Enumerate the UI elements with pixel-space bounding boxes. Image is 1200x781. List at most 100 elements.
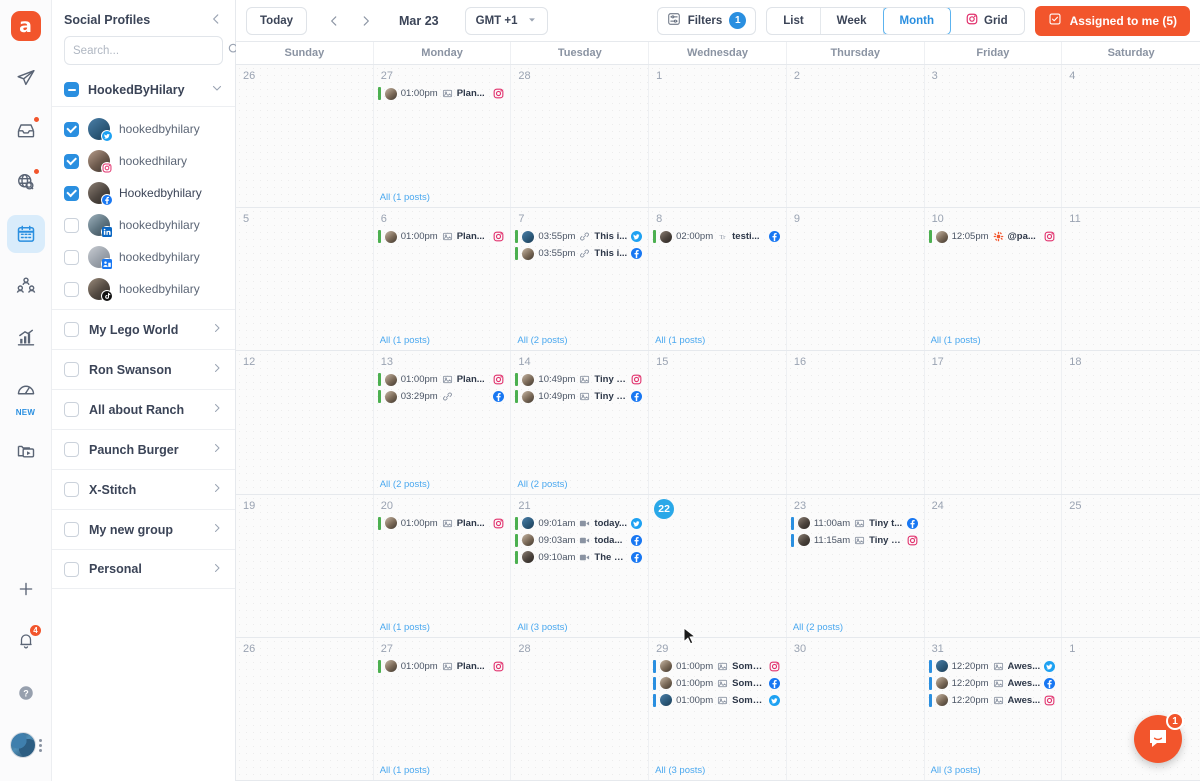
- profile-row[interactable]: hookedbyhilary: [52, 113, 235, 145]
- profile-checkbox[interactable]: [64, 281, 79, 297]
- calendar-day-cell[interactable]: 25: [1062, 494, 1200, 637]
- chevron-right-icon[interactable]: [211, 362, 223, 377]
- chevron-right-icon[interactable]: [211, 442, 223, 457]
- calendar-day-cell[interactable]: 17: [924, 351, 1063, 494]
- group-checkbox[interactable]: [64, 82, 79, 97]
- chevron-right-icon[interactable]: [211, 562, 223, 577]
- calendar-day-cell[interactable]: 9: [786, 208, 925, 351]
- calendar-event[interactable]: 12:20pm Awes...: [928, 659, 1058, 674]
- group-row-ron-swanson[interactable]: Ron Swanson: [52, 349, 235, 389]
- rail-item-analytics[interactable]: [7, 319, 45, 357]
- calendar-day-cell[interactable]: 2: [786, 65, 925, 208]
- calendar-day-cell[interactable]: 13 01:00pm Plan... 03:29pm All (2 posts): [373, 351, 512, 494]
- profile-row[interactable]: hookedhilary: [52, 145, 235, 177]
- group-checkbox[interactable]: [64, 442, 79, 457]
- calendar-day-cell[interactable]: 28: [511, 637, 650, 781]
- search-box[interactable]: [64, 36, 240, 65]
- next-period-button[interactable]: [353, 8, 379, 34]
- all-posts-link[interactable]: All (2 posts): [517, 335, 567, 346]
- assigned-to-me-button[interactable]: Assigned to me (5): [1034, 5, 1190, 36]
- rail-item-dashboard[interactable]: NEW: [7, 371, 45, 417]
- calendar-day-cell[interactable]: 30: [786, 637, 925, 781]
- profile-checkbox[interactable]: [64, 249, 79, 265]
- all-posts-link[interactable]: All (1 posts): [380, 622, 430, 633]
- profile-row[interactable]: hookedbyhilary: [52, 209, 235, 241]
- notifications-button[interactable]: 4: [7, 622, 45, 660]
- filters-button[interactable]: Filters 1: [656, 6, 757, 35]
- profile-checkbox[interactable]: [64, 185, 79, 201]
- calendar-day-cell[interactable]: 3: [924, 65, 1063, 208]
- calendar-day-cell[interactable]: 19: [236, 494, 374, 637]
- rail-item-publish[interactable]: [7, 59, 45, 97]
- calendar-event[interactable]: 09:10am The g...: [515, 550, 644, 565]
- all-posts-link[interactable]: All (3 posts): [517, 622, 567, 633]
- calendar-day-cell[interactable]: 28: [511, 65, 650, 208]
- all-posts-link[interactable]: All (1 posts): [655, 335, 705, 346]
- group-checkbox[interactable]: [64, 561, 79, 577]
- all-posts-link[interactable]: All (2 posts): [517, 479, 567, 490]
- calendar-event[interactable]: 12:20pm Awes...: [928, 676, 1058, 691]
- calendar-event[interactable]: 01:00pm Plan...: [377, 516, 507, 531]
- calendar-event[interactable]: 01:00pm Some...: [653, 676, 782, 691]
- calendar-day-cell[interactable]: 11: [1062, 208, 1200, 351]
- calendar-event[interactable]: 01:00pm Some...: [653, 659, 782, 674]
- group-row-all-about-ranch[interactable]: All about Ranch: [52, 389, 235, 429]
- group-checkbox[interactable]: [64, 482, 79, 497]
- group-row-paunch-burger[interactable]: Paunch Burger: [52, 429, 235, 469]
- today-button[interactable]: Today: [246, 6, 308, 35]
- group-checkbox[interactable]: [64, 402, 79, 417]
- all-posts-link[interactable]: All (1 posts): [380, 765, 430, 776]
- calendar-day-cell[interactable]: 14 10:49pm Tiny c... 10:49pm Tiny c... All (2…: [511, 351, 650, 494]
- calendar-day-cell[interactable]: 31 12:20pm Awes... 12:20pm Awes... 12:20pm Awe…: [924, 637, 1063, 781]
- calendar-event[interactable]: 01:00pm Some...: [653, 693, 782, 708]
- calendar-day-cell[interactable]: 27 01:00pm Plan... All (1 posts): [373, 637, 512, 781]
- calendar-event[interactable]: 03:55pm This i...: [515, 246, 644, 261]
- calendar-event[interactable]: 01:00pm Plan...: [377, 229, 507, 244]
- calendar-day-cell[interactable]: 22: [649, 494, 787, 637]
- calendar-day-cell[interactable]: 1: [649, 65, 787, 208]
- group-checkbox[interactable]: [64, 522, 79, 537]
- group-row-my-new-group[interactable]: My new group: [52, 509, 235, 549]
- calendar-event[interactable]: 09:03am toda...: [515, 533, 644, 548]
- calendar-event[interactable]: 01:00pm Plan...: [377, 372, 507, 387]
- calendar-day-cell[interactable]: 21 09:01am today... 09:03am toda... 09:10am Th…: [511, 494, 650, 637]
- timezone-select[interactable]: GMT +1: [464, 6, 549, 35]
- all-posts-link[interactable]: All (1 posts): [380, 335, 430, 346]
- all-posts-link[interactable]: All (2 posts): [380, 479, 430, 490]
- calendar-event[interactable]: 03:55pm This i...: [515, 229, 644, 244]
- add-button[interactable]: [7, 570, 45, 608]
- calendar-day-cell[interactable]: 20 01:00pm Plan... All (1 posts): [373, 494, 512, 637]
- calendar-day-cell[interactable]: 27 01:00pm Plan... All (1 posts): [373, 65, 512, 208]
- calendar-day-cell[interactable]: 15: [649, 351, 787, 494]
- calendar-day-cell[interactable]: 5: [236, 208, 374, 351]
- chevron-right-icon[interactable]: [211, 402, 223, 417]
- calendar-event[interactable]: 10:49pm Tiny c...: [515, 389, 644, 404]
- calendar-event[interactable]: 11:15am Tiny th...: [790, 533, 920, 548]
- calendar-day-cell[interactable]: 18: [1062, 351, 1200, 494]
- group-checkbox[interactable]: [64, 362, 79, 377]
- calendar-day-cell[interactable]: 16: [786, 351, 925, 494]
- calendar-day-cell[interactable]: 29 01:00pm Some... 01:00pm Some... 01:00pm Som…: [649, 637, 787, 781]
- profile-row[interactable]: hookedbyhilary: [52, 273, 235, 305]
- calendar-event[interactable]: 11:00am Tiny t...: [790, 516, 920, 531]
- calendar-day-cell[interactable]: 26: [236, 637, 374, 781]
- rail-item-calendar[interactable]: [6, 215, 45, 253]
- user-avatar-button[interactable]: [7, 726, 45, 764]
- calendar-day-cell[interactable]: 24: [924, 494, 1063, 637]
- rail-item-listening[interactable]: [7, 163, 45, 201]
- chevron-down-icon[interactable]: [211, 82, 223, 97]
- tab-list[interactable]: List: [767, 7, 821, 34]
- group-row-personal[interactable]: Personal: [52, 549, 235, 589]
- rail-item-media-library[interactable]: [7, 432, 45, 470]
- calendar-day-cell[interactable]: 4: [1062, 65, 1200, 208]
- calendar-day-cell[interactable]: 8 02:00pm Tr testi... All (1 posts): [649, 208, 787, 351]
- profile-checkbox[interactable]: [64, 121, 79, 137]
- all-posts-link[interactable]: All (2 posts): [793, 622, 843, 633]
- profile-row[interactable]: Hookedbyhilary: [52, 177, 235, 209]
- tab-grid[interactable]: Grid: [950, 8, 1024, 34]
- calendar-day-cell[interactable]: 23 11:00am Tiny t... 11:15am Tiny th... All (…: [786, 494, 925, 637]
- chevron-right-icon[interactable]: [211, 522, 223, 537]
- calendar-event[interactable]: 12:20pm Awes...: [928, 693, 1058, 708]
- calendar-day-cell[interactable]: 1: [1062, 637, 1200, 781]
- rail-item-inbox[interactable]: [7, 111, 45, 149]
